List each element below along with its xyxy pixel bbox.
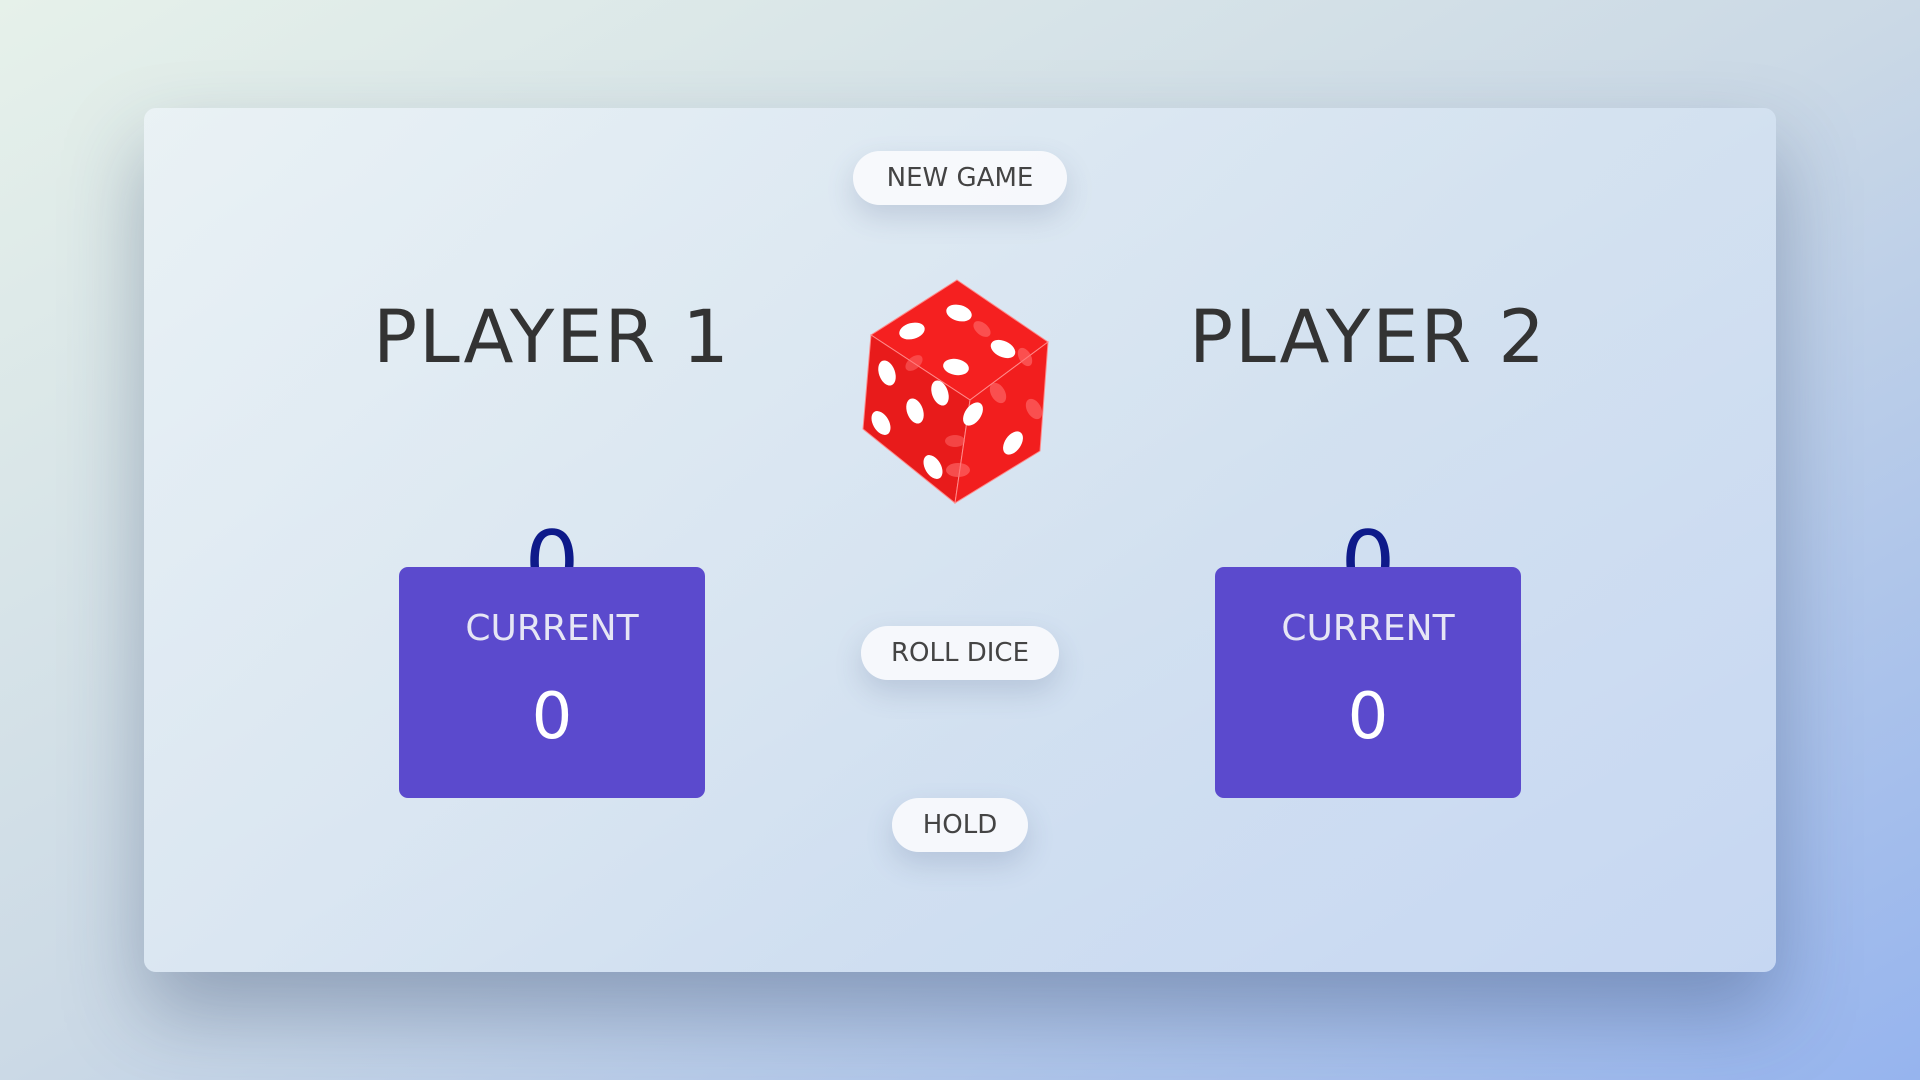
- player-1-current-label: CURRENT: [465, 608, 639, 649]
- player-2-panel: PLAYER 2 0 CURRENT 0: [960, 108, 1776, 972]
- player-1-panel: PLAYER 1 0 CURRENT 0: [144, 108, 960, 972]
- new-game-button[interactable]: NEW GAME: [853, 151, 1067, 205]
- dice-icon: [860, 275, 1060, 505]
- roll-dice-button[interactable]: ROLL DICE: [861, 626, 1059, 680]
- player-2-name: PLAYER 2: [1189, 295, 1547, 380]
- player-1-name: PLAYER 1: [373, 295, 731, 380]
- player-2-current-box: CURRENT 0: [1215, 567, 1521, 798]
- hold-button[interactable]: HOLD: [892, 798, 1028, 852]
- player-2-current-label: CURRENT: [1281, 608, 1455, 649]
- player-1-current-score: 0: [531, 680, 573, 754]
- player-1-current-box: CURRENT 0: [399, 567, 705, 798]
- player-2-current-score: 0: [1347, 680, 1389, 754]
- game-board: PLAYER 1 0 CURRENT 0 PLAYER 2 0 CURRENT …: [144, 108, 1776, 972]
